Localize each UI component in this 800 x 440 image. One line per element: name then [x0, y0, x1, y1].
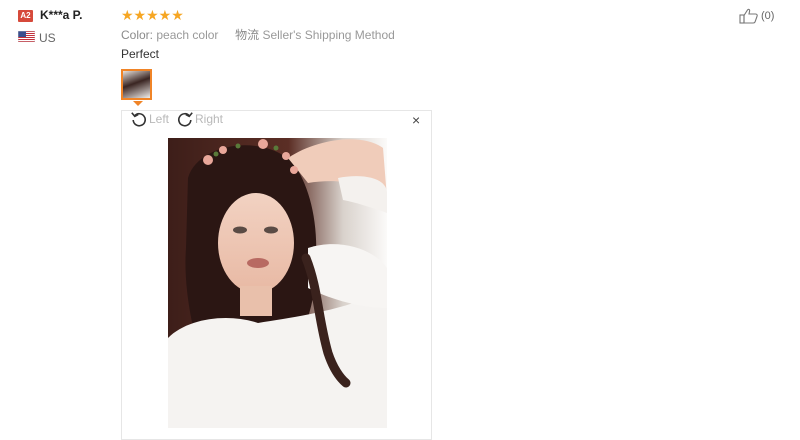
- reviewer-name: K***a P.: [40, 8, 83, 22]
- thumbnail-pointer: [133, 101, 143, 106]
- color-label: Color:: [121, 28, 154, 42]
- order-properties: Color: peach color 物流 Seller's Shipping …: [121, 26, 395, 43]
- review-photo: [168, 138, 387, 428]
- photo-content: [168, 138, 387, 428]
- rotate-right-label: Right: [195, 112, 224, 126]
- helpful-button[interactable]: (0): [739, 8, 774, 24]
- rotate-right-button[interactable]: Right: [176, 110, 223, 128]
- us-flag-icon: [18, 31, 35, 42]
- close-viewer-button[interactable]: ×: [412, 113, 420, 127]
- helpful-count: (0): [761, 10, 775, 22]
- review-text: Perfect: [121, 47, 160, 61]
- rotate-left-button[interactable]: Left: [130, 110, 169, 128]
- rotate-right-icon: [178, 112, 193, 127]
- shipping-value: Seller's Shipping Method: [262, 28, 395, 42]
- color-value: peach color: [156, 28, 219, 42]
- reviewer-country: US: [39, 31, 56, 45]
- rotate-left-icon: [131, 112, 146, 127]
- rotate-left-label: Left: [149, 112, 170, 126]
- reviewer-level-badge: A2: [18, 10, 33, 22]
- thumbs-up-icon: [739, 8, 758, 24]
- review-photo-thumbnail[interactable]: [121, 69, 152, 100]
- rating-stars: ★★★★★: [121, 7, 184, 23]
- shipping-label: 物流: [235, 28, 260, 42]
